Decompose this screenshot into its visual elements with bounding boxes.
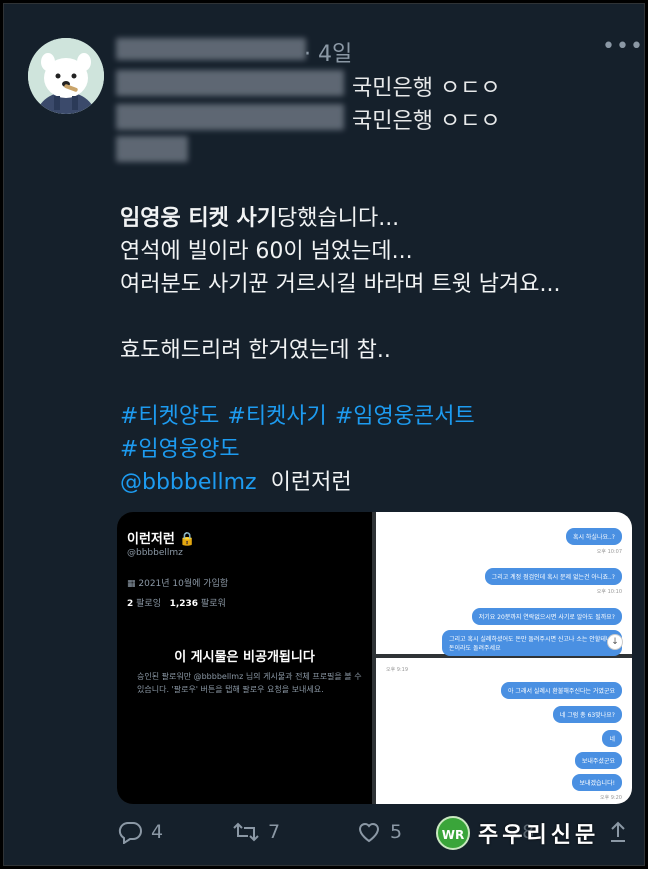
hashtag-link[interactable]: #티켓사기: [227, 404, 326, 429]
private-notice-desc: 승인된 팔로워만 @bbbbellmz 님의 게시물과 전체 프로필을 볼 수 …: [137, 672, 362, 694]
media-image-chat-1[interactable]: 혹시 하실나요..? 오후 10:07 그리고 계정 점검인데 혹시 문제 없는…: [376, 512, 632, 656]
chat-timestamp: 오후 9:20: [599, 795, 622, 801]
chat-bubble: 보내주셨군요: [574, 752, 622, 769]
hashtag-link[interactable]: #임영웅양도: [120, 437, 240, 462]
retweet-count: 7: [268, 821, 281, 843]
account-number-redacted: [116, 70, 344, 96]
hashtag-line-1: #티켓양도 #티켓사기 #임영웅콘서트: [120, 400, 483, 433]
mention-suffix: 이런저런: [270, 470, 352, 495]
bank-line-1: 국민은행 ㅇㄷㅇ: [352, 76, 501, 101]
tweet-bold-text: 임영웅 티켓 사기: [120, 206, 277, 231]
tweet-line-1-rest: 당했습니다...: [277, 206, 400, 231]
like-count: 5: [390, 821, 403, 843]
bank-line-2: 국민은행 ㅇㄷㅇ: [352, 109, 501, 134]
following-count: 2: [127, 599, 134, 609]
tweet-line-3: 여러분도 사기꾼 거르시길 바라며 트윗 남겨요...: [120, 272, 561, 297]
retweet-icon: [233, 822, 259, 842]
hashtag-link[interactable]: #임영웅콘서트: [335, 404, 475, 429]
retweet-button[interactable]: 7: [232, 820, 280, 844]
account-holder-redacted: [116, 136, 188, 162]
chat-timestamp: 오후 9:19: [386, 667, 409, 673]
more-options-icon[interactable]: •••: [602, 34, 644, 59]
dog-avatar-icon: [28, 38, 104, 114]
watermark: WR 주우리신문: [436, 816, 599, 850]
following-label: 팔로잉: [136, 599, 161, 609]
private-notice-title: 이 게시물은 비공개됩니다: [174, 650, 315, 665]
chat-bubble: 보내겠습니다!: [572, 774, 622, 791]
chat-bubble: 저기요 20분까지 연락없으시면 사기로 알아도 될까요?: [471, 608, 622, 625]
followers-label: 팔로워: [200, 599, 226, 609]
tweet-line-4: 효도해드리려 한거였는데 참..: [120, 338, 391, 363]
tweet-card: · 4일 ••• 국민은행 ㅇㄷㅇ 국민은행 ㅇㄷㅇ 임영웅 티켓 사기당했습니…: [3, 3, 645, 866]
chat-bubble: 네 그럼 총 63맞나요?: [552, 706, 622, 723]
watermark-logo-icon: WR: [436, 816, 470, 850]
share-icon: [611, 821, 625, 842]
media-image-profile[interactable]: 이런저런 🔒 @bbbbellmz ▦ 2021년 10월에 가입함 2 팔로잉…: [117, 512, 372, 804]
watermark-text: 주우리신문: [478, 823, 600, 848]
hashtag-line-2: #임영웅양도: [120, 433, 240, 466]
share-button[interactable]: [608, 820, 628, 844]
profile-joined: ▦ 2021년 10월에 가입함: [127, 579, 229, 589]
media-grid[interactable]: 이런저런 🔒 @bbbbellmz ▦ 2021년 10월에 가입함 2 팔로잉…: [117, 512, 632, 804]
reply-button[interactable]: 4: [117, 820, 164, 845]
heart-icon: [358, 823, 380, 843]
followers-count: 1,236: [169, 599, 199, 609]
avatar[interactable]: [28, 38, 104, 114]
profile-name: 이런저런 🔒: [127, 532, 196, 547]
chat-bubble: 혹시 하실나요..?: [565, 528, 622, 545]
tweet-time[interactable]: · 4일: [304, 36, 352, 68]
like-button[interactable]: 5: [356, 820, 402, 844]
profile-follow-stats: 2 팔로잉 1,236 팔로워: [127, 596, 226, 609]
chat-bubble: 네: [602, 730, 622, 747]
chat-bubble: 그리고 혹시 실례하셨어도 돈만 돌려주시면 신고나 소는 안할테니 돈이라도 …: [442, 630, 622, 656]
chat-timestamp: 오후 10:07: [596, 549, 622, 555]
reply-icon: [118, 821, 142, 845]
scroll-down-icon[interactable]: ↓: [607, 634, 623, 650]
display-name-redacted[interactable]: [116, 38, 306, 60]
profile-handle: @bbbbellmz: [127, 548, 183, 558]
account-number-redacted: [116, 104, 344, 130]
media-image-chat-2[interactable]: 오후 9:19 아 그래서 실례시 환불해주신다는 거였군요 네 그럼 총 63…: [376, 658, 632, 804]
mention-link[interactable]: @bbbbellmz: [120, 470, 257, 495]
hashtag-link[interactable]: #티켓양도: [120, 404, 219, 429]
chat-bubble: 그리고 계정 점검인데 혹시 문제 없는건 아니죠..?: [484, 568, 622, 585]
tweet-line-2: 연석에 빌이라 60이 넘었는데...: [120, 239, 413, 264]
chat-timestamp: 오후 10:10: [596, 589, 622, 595]
reply-count: 4: [151, 821, 164, 843]
mention-line: @bbbbellmz 이런저런: [120, 466, 352, 499]
chat-bubble: 아 그래서 실례시 환불해주신다는 거였군요: [501, 682, 622, 699]
tweet-line-1: 임영웅 티켓 사기당했습니다...: [120, 202, 399, 235]
